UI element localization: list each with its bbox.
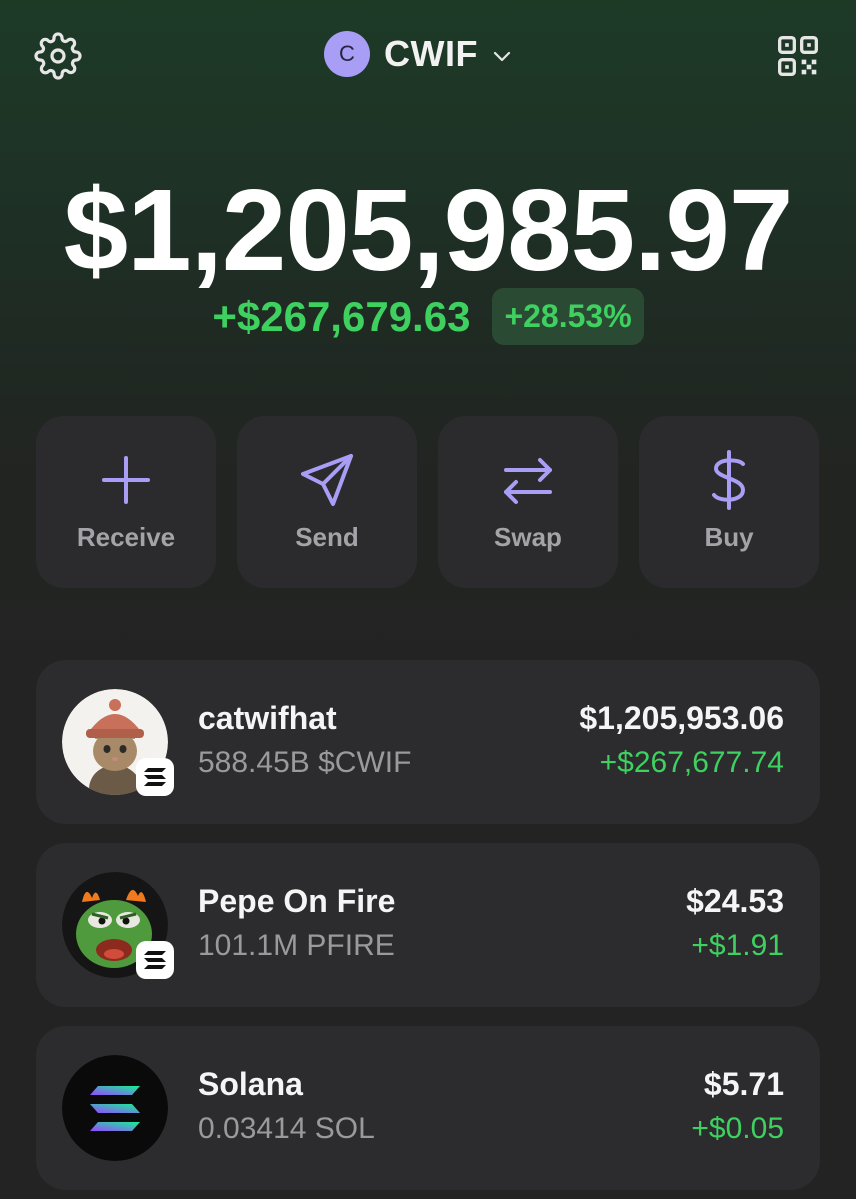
account-switcher[interactable]: C CWIF bbox=[324, 28, 514, 80]
gear-icon[interactable] bbox=[34, 32, 82, 80]
account-avatar: C bbox=[324, 31, 370, 77]
token-change: +$267,677.74 bbox=[599, 746, 784, 779]
token-quantity: 101.1M PFIRE bbox=[198, 929, 395, 962]
token-value: $24.53 bbox=[686, 883, 784, 919]
receive-label: Receive bbox=[76, 522, 176, 552]
token-name: Pepe On Fire bbox=[198, 883, 396, 919]
token-row-catwifhat[interactable]: catwifhat 588.45B $CWIF $1,205,953.06 +$… bbox=[36, 660, 820, 824]
buy-label: Buy bbox=[704, 522, 754, 552]
send-icon bbox=[301, 454, 353, 506]
top-bar: C CWIF bbox=[0, 0, 856, 110]
dollar-icon bbox=[712, 450, 745, 510]
swap-label: Swap bbox=[494, 522, 562, 552]
swap-button[interactable]: Swap bbox=[438, 416, 618, 588]
receive-button[interactable]: Receive bbox=[36, 416, 216, 588]
plus-icon bbox=[102, 456, 150, 504]
token-quantity: 588.45B $CWIF bbox=[198, 746, 412, 779]
chevron-down-icon bbox=[493, 51, 511, 62]
send-button[interactable]: Send bbox=[237, 416, 417, 588]
qr-code-icon[interactable] bbox=[776, 34, 820, 78]
token-row-pepe-on-fire[interactable]: Pepe On Fire 101.1M PFIRE $24.53 +$1.91 bbox=[36, 843, 820, 1007]
swap-icon bbox=[504, 458, 552, 504]
solana-chain-badge bbox=[136, 758, 174, 796]
token-value: $1,205,953.06 bbox=[579, 700, 784, 736]
token-change: +$0.05 bbox=[691, 1112, 784, 1145]
change-amount: +$267,679.63 bbox=[212, 292, 471, 340]
action-buttons: Receive Send Swap Buy bbox=[36, 416, 820, 588]
send-label: Send bbox=[295, 522, 359, 552]
change-percent-badge: +28.53% bbox=[492, 288, 644, 345]
token-change: +$1.91 bbox=[691, 929, 784, 962]
account-name: CWIF bbox=[384, 33, 478, 74]
buy-button[interactable]: Buy bbox=[639, 416, 819, 588]
solana-logo bbox=[62, 1055, 168, 1161]
token-name: Solana bbox=[198, 1066, 303, 1102]
total-balance: $1,205,985.97 bbox=[63, 165, 794, 295]
token-row-solana[interactable]: Solana 0.03414 SOL $5.71 +$0.05 bbox=[36, 1026, 820, 1190]
token-quantity: 0.03414 SOL bbox=[198, 1112, 375, 1145]
token-name: catwifhat bbox=[198, 700, 337, 736]
solana-chain-badge bbox=[136, 941, 174, 979]
balance-change: +$267,679.63 +28.53% bbox=[0, 288, 856, 345]
token-value: $5.71 bbox=[703, 1066, 784, 1102]
